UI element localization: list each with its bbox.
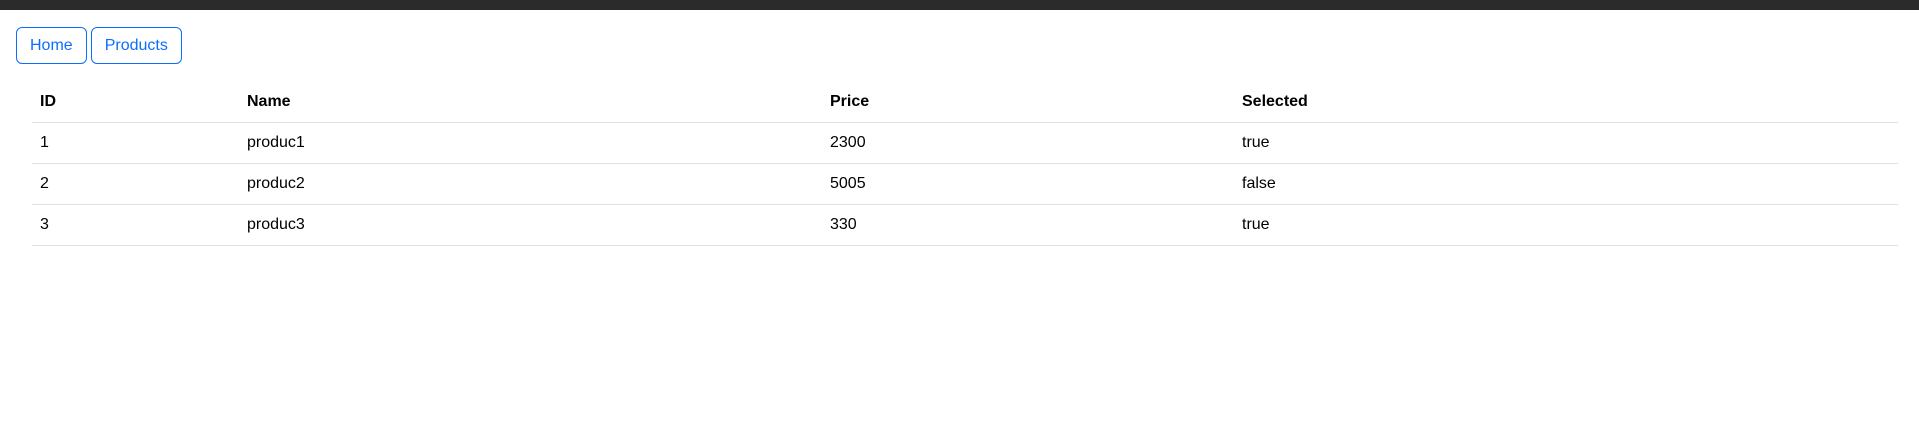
cell-selected: false bbox=[1234, 163, 1898, 205]
products-table: ID Name Price Selected 1 produc1 2300 tr… bbox=[32, 82, 1898, 246]
header-name: Name bbox=[239, 82, 822, 123]
products-button[interactable]: Products bbox=[90, 27, 182, 64]
header-id: ID bbox=[32, 82, 239, 123]
cell-name: produc2 bbox=[239, 163, 822, 205]
nav-bar: Home Products bbox=[16, 27, 182, 64]
cell-price: 5005 bbox=[822, 163, 1234, 205]
cell-price: 2300 bbox=[822, 122, 1234, 164]
table-row: 3 produc3 330 true bbox=[32, 204, 1898, 246]
header-selected: Selected bbox=[1234, 82, 1898, 123]
cell-name: produc1 bbox=[239, 122, 822, 164]
cell-price: 330 bbox=[822, 204, 1234, 246]
browser-top-bar bbox=[0, 0, 1919, 10]
cell-selected: true bbox=[1234, 204, 1898, 246]
home-button[interactable]: Home bbox=[16, 27, 87, 64]
cell-id: 3 bbox=[32, 204, 239, 246]
table-row: 1 produc1 2300 true bbox=[32, 122, 1898, 164]
cell-id: 2 bbox=[32, 163, 239, 205]
header-price: Price bbox=[822, 82, 1234, 123]
cell-name: produc3 bbox=[239, 204, 822, 246]
cell-selected: true bbox=[1234, 122, 1898, 164]
table-row: 2 produc2 5005 false bbox=[32, 163, 1898, 205]
cell-id: 1 bbox=[32, 122, 239, 164]
table-header-row: ID Name Price Selected bbox=[32, 82, 1898, 123]
